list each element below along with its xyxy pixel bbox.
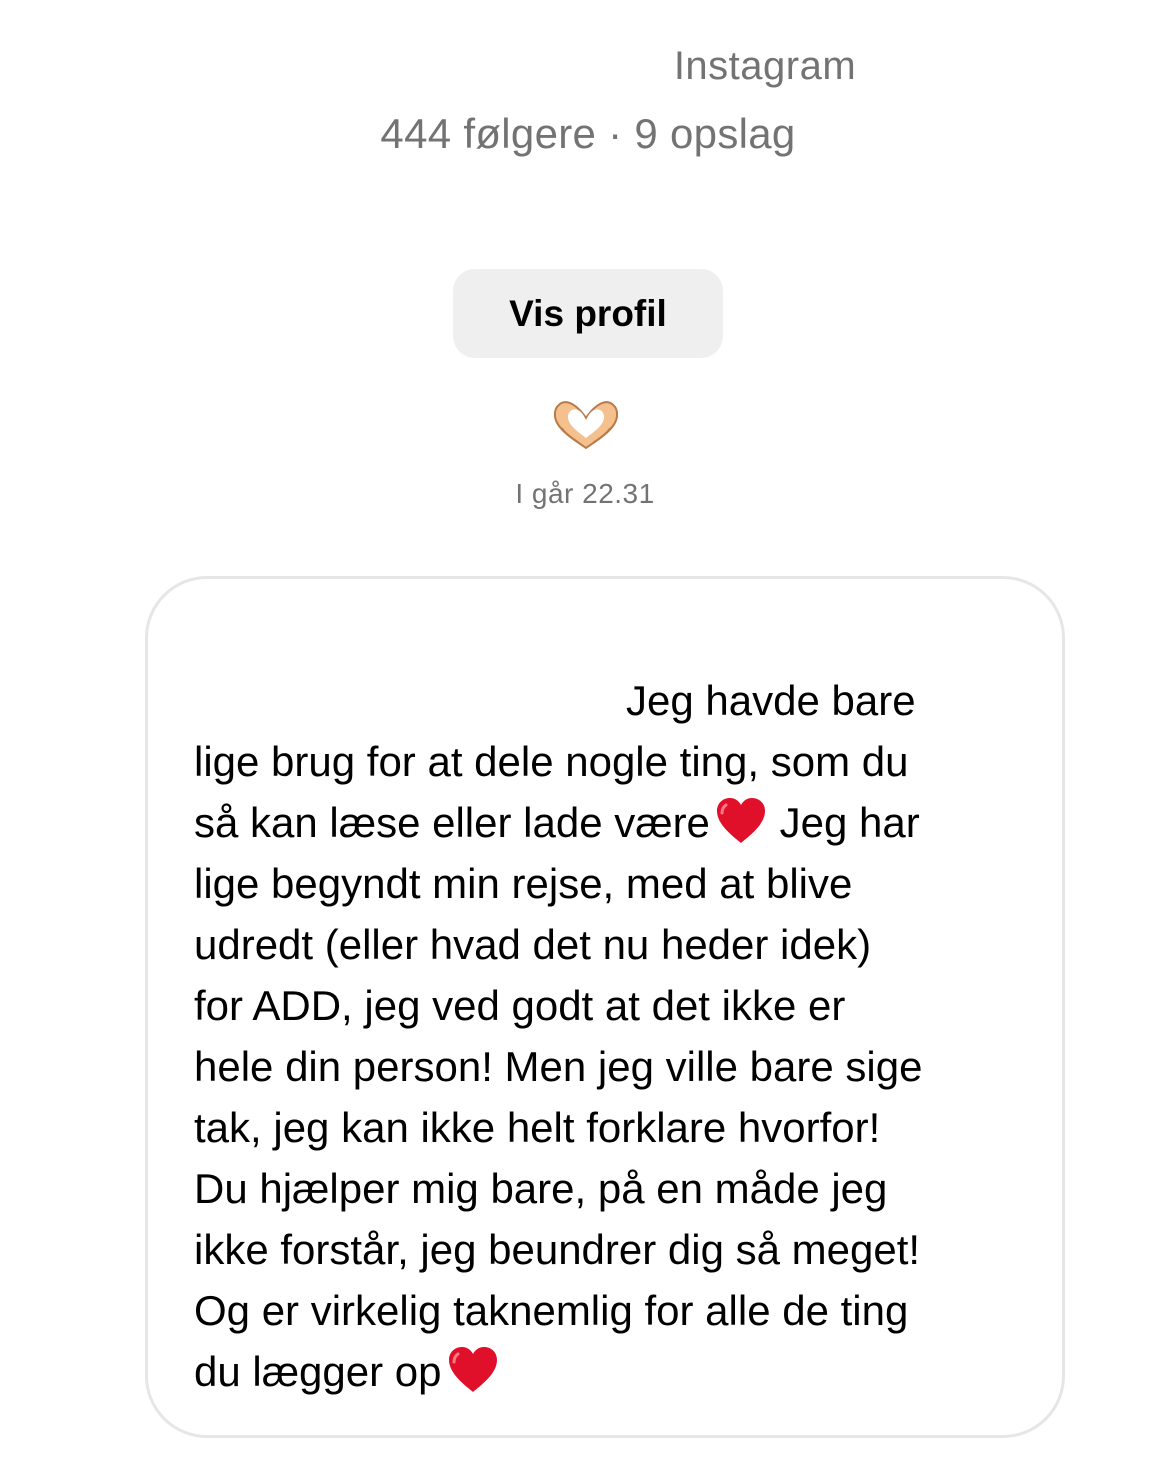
- message-line: for ADD, jeg ved godt at det ikke er: [194, 982, 846, 1029]
- message-text: Jeg havde bare lige brug for at dele nog…: [194, 670, 1054, 1402]
- message-line: Du hjælper mig bare, på en måde jeg: [194, 1165, 888, 1212]
- platform-label: Instagram: [673, 44, 857, 88]
- heart-hands-icon[interactable]: [550, 398, 622, 452]
- message-line: du lægger op: [194, 1341, 1054, 1402]
- red-heart-icon: [716, 798, 765, 843]
- message-line-part: Jeg har: [767, 799, 920, 846]
- view-profile-button[interactable]: Vis profil: [453, 269, 723, 358]
- message-line: lige brug for at dele nogle ting, som du: [194, 738, 909, 785]
- profile-stats: 444 følgere · 9 opslag: [380, 110, 796, 157]
- message-line: så kan læse eller lade være Jeg har: [194, 792, 1054, 853]
- message-line: lige begyndt min rejse, med at blive: [194, 860, 853, 907]
- message-line: Jeg havde bare: [626, 677, 916, 724]
- message-timestamp: I går 22.31: [515, 478, 655, 509]
- message-line: udredt (eller hvad det nu heder idek): [194, 921, 872, 968]
- message-line-part: så kan læse eller lade være: [194, 799, 710, 846]
- message-line: tak, jeg kan ikke helt forklare hvorfor!: [194, 1104, 881, 1151]
- message-line: Og er virkelig taknemlig for alle de tin…: [194, 1287, 909, 1334]
- message-line: ikke forstår, jeg beundrer dig så meget!: [194, 1226, 921, 1273]
- message-line: hele din person! Men jeg ville bare sige: [194, 1043, 923, 1090]
- red-heart-icon: [448, 1347, 497, 1392]
- message-line-part: du lægger op: [194, 1348, 442, 1395]
